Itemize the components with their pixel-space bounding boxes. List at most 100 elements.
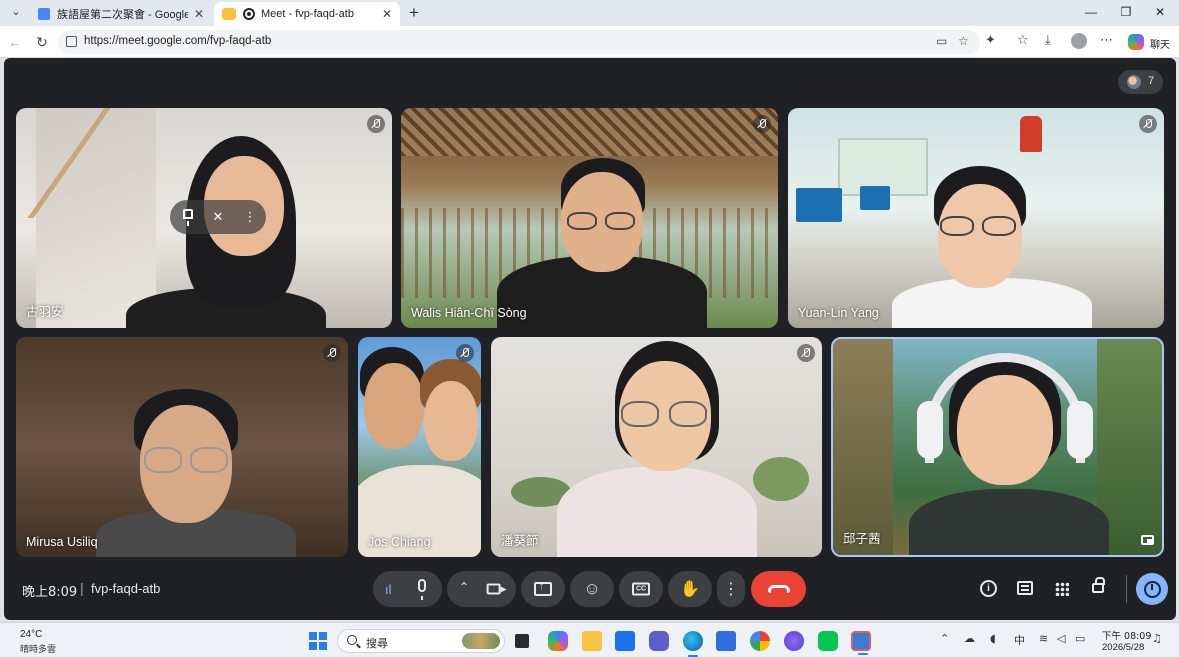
- windows-start-icon[interactable]: [309, 632, 327, 650]
- microphone-tray-icon[interactable]: ◖: [990, 632, 996, 645]
- more-options-button[interactable]: ⋮: [717, 571, 745, 607]
- tab-google-docs[interactable]: 族語屋第二次聚會 - Google 文件 ✕: [30, 2, 212, 26]
- muted-mic-icon: [1139, 115, 1157, 133]
- participant-name: Walis Hiân-Chî Sòng: [411, 306, 527, 320]
- cloud-sync-icon[interactable]: ☁: [964, 632, 975, 645]
- monitor-background: [796, 188, 842, 222]
- plant-background: [753, 457, 809, 501]
- meeting-info-icon[interactable]: i: [980, 580, 997, 597]
- reactions-button[interactable]: ☺: [570, 571, 614, 607]
- meeting-separator: |: [80, 580, 84, 596]
- participant-video: [982, 216, 1016, 236]
- participant-video: [605, 212, 635, 230]
- camera-icon[interactable]: [486, 583, 507, 595]
- favorite-star-icon[interactable]: ☆: [958, 34, 969, 48]
- task-view-icon[interactable]: [515, 634, 529, 648]
- more-options-icon[interactable]: ⋮: [242, 209, 258, 225]
- tab-google-meet[interactable]: Meet - fvp-faqd-atb ✕: [214, 2, 400, 26]
- present-screen-button[interactable]: [521, 571, 565, 607]
- pin-icon[interactable]: [183, 209, 193, 226]
- minimize-button[interactable]: —: [1079, 3, 1103, 21]
- clock-app-icon[interactable]: [851, 631, 871, 655]
- wifi-icon[interactable]: ≋: [1039, 632, 1048, 645]
- copilot-icon[interactable]: [1128, 34, 1144, 50]
- microphone-icon[interactable]: [418, 579, 426, 600]
- timer-activities-button[interactable]: [1136, 573, 1168, 605]
- emoji-icon: ☺: [583, 579, 601, 598]
- tab-search-menu-button[interactable]: ⌄: [6, 3, 26, 21]
- participant-tile[interactable]: Mirusa Usiliq: [16, 337, 348, 557]
- system-clock-time[interactable]: 下午 08:09: [1102, 628, 1151, 642]
- restore-button[interactable]: ❐: [1114, 3, 1138, 21]
- weather-description[interactable]: 晴時多雲: [20, 642, 56, 655]
- ime-indicator[interactable]: 中: [1014, 632, 1025, 648]
- participant-video: [190, 447, 228, 473]
- chevron-up-icon[interactable]: ⌃: [459, 580, 469, 594]
- pen-app-icon[interactable]: [716, 631, 736, 651]
- google-icon[interactable]: [750, 631, 770, 651]
- windows-taskbar: 24°C 晴時多雲 搜尋 ⌃ ☁ ◖ 中 ≋ ◁ ▭ 下午 08:09 2026…: [0, 622, 1179, 657]
- chat-label[interactable]: 聊天: [1150, 36, 1170, 51]
- monitor-background: [860, 186, 890, 210]
- weather-temperature[interactable]: 24°C: [20, 629, 42, 640]
- people-avatars-icon: [1127, 75, 1141, 89]
- extensions-icon[interactable]: ✦: [985, 32, 996, 48]
- participant-name: Yuan-Lin Yang: [798, 306, 879, 320]
- microsoft-store-icon[interactable]: [615, 631, 635, 651]
- profile-avatar[interactable]: [1071, 33, 1087, 49]
- more-vert-icon: ⋮: [723, 581, 739, 598]
- new-tab-button[interactable]: +: [404, 3, 424, 23]
- favorites-icon[interactable]: ☆: [1017, 32, 1029, 48]
- canva-icon[interactable]: [784, 631, 804, 651]
- participant-video: [909, 489, 1109, 555]
- refresh-icon[interactable]: ↻: [32, 32, 52, 52]
- edge-browser-icon[interactable]: [683, 631, 703, 657]
- participant-tile[interactable]: Yuan-Lin Yang: [788, 108, 1164, 328]
- meeting-time: 晚上8:09: [22, 585, 78, 600]
- copilot-app-icon[interactable]: [548, 631, 568, 651]
- present-screen-icon: [534, 580, 552, 596]
- close-tab-icon[interactable]: ✕: [194, 7, 204, 21]
- taskbar-search[interactable]: 搜尋: [337, 629, 505, 653]
- teams-icon[interactable]: [649, 631, 669, 651]
- participant-tile[interactable]: ✕ ⋮ 古羽安: [16, 108, 392, 328]
- cliff-background: [833, 339, 893, 555]
- site-info-icon[interactable]: [66, 36, 77, 47]
- close-window-button[interactable]: ✕: [1148, 3, 1172, 21]
- address-bar[interactable]: https://meet.google.com/fvp-faqd-atb ▭ ☆: [58, 30, 980, 54]
- picture-in-picture-icon[interactable]: [1141, 535, 1154, 545]
- browser-toolbar: ← ↻ https://meet.google.com/fvp-faqd-atb…: [0, 26, 1179, 58]
- participant-tile[interactable]: Walis Hiân-Chî Sòng: [401, 108, 778, 328]
- back-arrow-icon[interactable]: ←: [5, 32, 25, 52]
- notification-bell-icon[interactable]: ♫: [1152, 632, 1162, 645]
- mute-participant-icon[interactable]: ✕: [210, 209, 226, 225]
- camera-control[interactable]: ⌃: [447, 571, 516, 607]
- participant-video: [567, 212, 597, 230]
- participant-tile-speaking[interactable]: 邱子茜: [831, 337, 1164, 557]
- lattice-background: [401, 108, 778, 156]
- leave-call-button[interactable]: [751, 571, 806, 607]
- downloads-icon[interactable]: ⤓: [1045, 32, 1051, 48]
- file-explorer-icon[interactable]: [582, 631, 602, 651]
- more-menu-icon[interactable]: ⋯: [1100, 32, 1113, 48]
- participant-name: Jos Chiang: [368, 535, 431, 549]
- browser-tab-strip: ⌄ 族語屋第二次聚會 - Google 文件 ✕ Meet - fvp-faqd…: [0, 0, 1179, 26]
- chat-icon[interactable]: [1017, 581, 1033, 595]
- volume-icon[interactable]: ◁: [1057, 632, 1065, 645]
- microphone-control[interactable]: ıl: [373, 571, 442, 607]
- participant-tile[interactable]: 潘葵節: [491, 337, 822, 557]
- raise-hand-button[interactable]: ✋: [668, 571, 712, 607]
- url-text: https://meet.google.com/fvp-faqd-atb: [84, 35, 272, 47]
- participants-chip[interactable]: 7: [1118, 70, 1163, 94]
- participant-video: [364, 363, 424, 449]
- system-clock-date[interactable]: 2026/5/28: [1102, 642, 1144, 653]
- activities-grid-icon[interactable]: [1055, 582, 1069, 596]
- host-controls-icon[interactable]: [1092, 577, 1105, 593]
- participant-tile[interactable]: Jos Chiang: [358, 337, 481, 557]
- show-hidden-icons-chevron-icon[interactable]: ⌃: [940, 632, 949, 645]
- captions-button[interactable]: CC: [619, 571, 663, 607]
- camera-in-use-icon[interactable]: ▭: [936, 34, 947, 48]
- battery-icon[interactable]: ▭: [1075, 632, 1085, 645]
- close-tab-icon[interactable]: ✕: [382, 7, 392, 21]
- line-app-icon[interactable]: [818, 631, 838, 651]
